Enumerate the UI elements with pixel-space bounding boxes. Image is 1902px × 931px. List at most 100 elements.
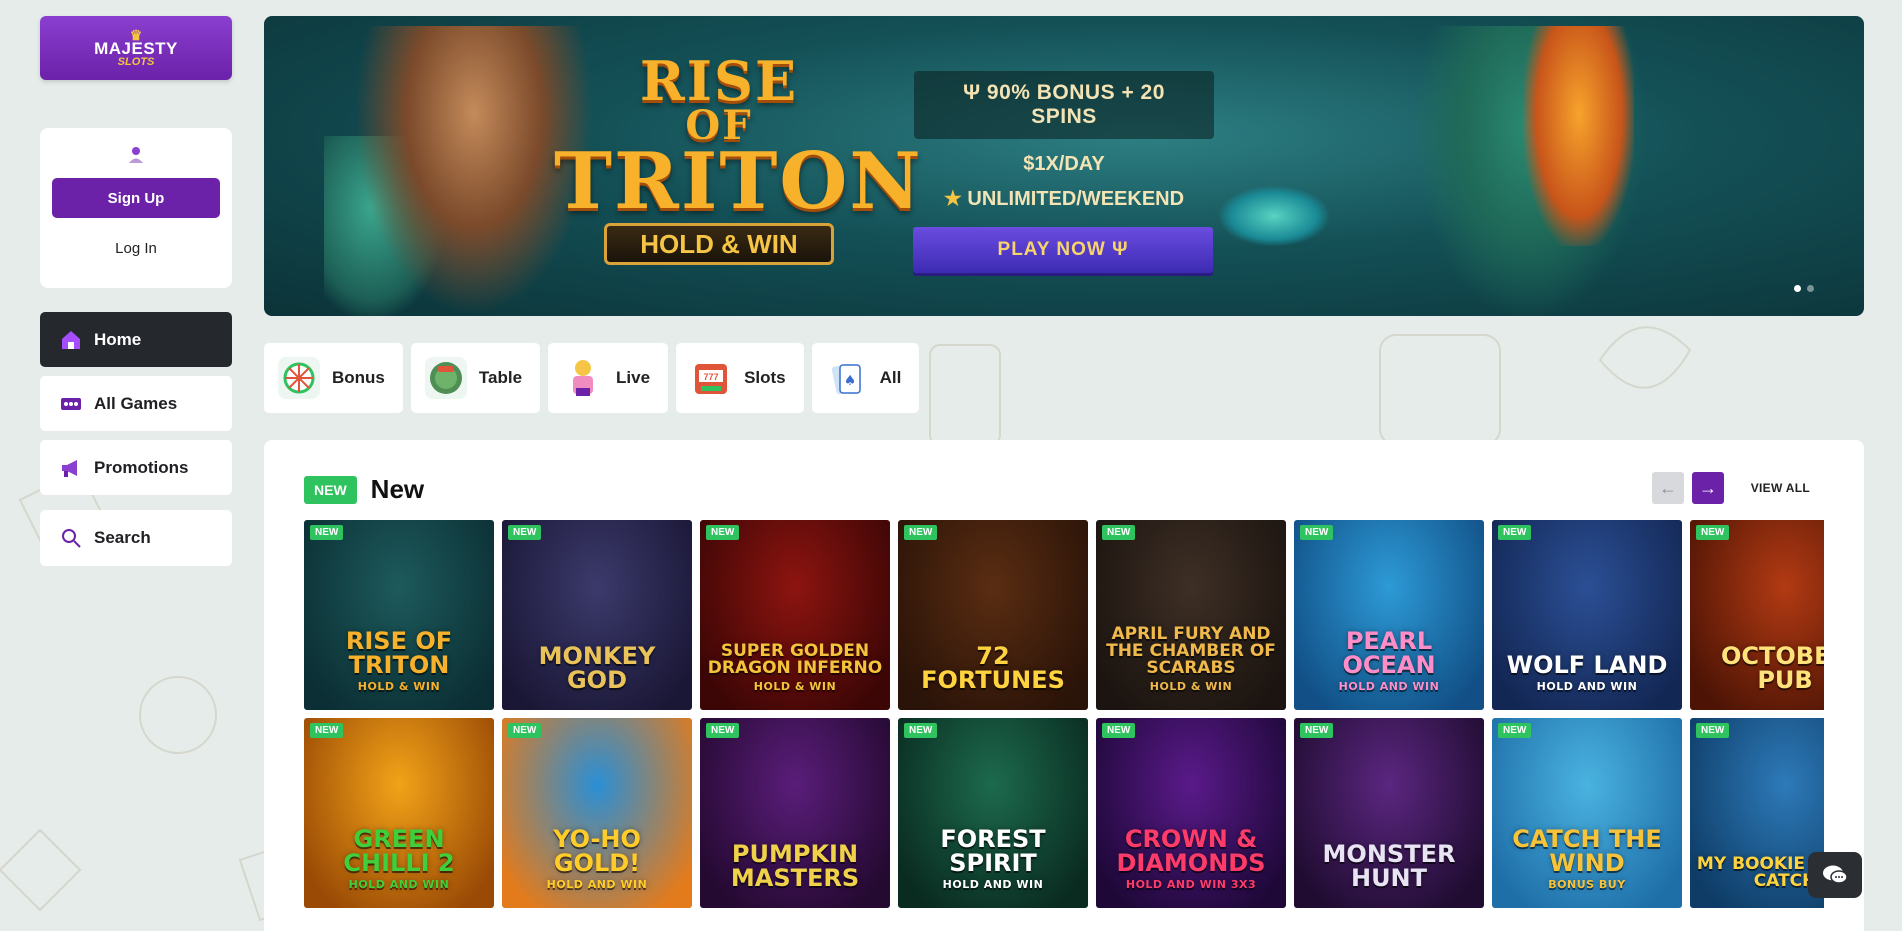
bonus-text: 90% BONUS + 20 SPINS bbox=[986, 81, 1165, 128]
game-title: My Bookie Great Catch bbox=[1690, 856, 1824, 908]
chat-button[interactable] bbox=[1808, 852, 1862, 898]
game-tile[interactable]: NEW 72 Fortunes bbox=[898, 520, 1088, 710]
game-name: Pearl Ocean bbox=[1342, 627, 1436, 679]
games-grid: NEW Rise of Triton HOLD & WIN NEW Monkey God… bbox=[304, 520, 1824, 908]
category-label: Live bbox=[616, 368, 651, 387]
category-all[interactable]: ♠ All bbox=[811, 343, 920, 413]
game-name: Monster Hunt bbox=[1322, 840, 1456, 892]
category-table[interactable]: Table bbox=[410, 343, 541, 413]
play-now-button[interactable]: PLAY NOW Ψ bbox=[913, 227, 1213, 273]
hold-win-badge: HOLD & WIN bbox=[604, 223, 834, 266]
hero-banner[interactable]: RISE OF TRITON HOLD & WIN Ψ 90% BONUS + … bbox=[264, 16, 1864, 316]
nav-item-all-games[interactable]: All Games bbox=[40, 376, 232, 431]
new-badge: NEW bbox=[904, 525, 938, 540]
new-badge: NEW bbox=[706, 525, 740, 540]
game-tile[interactable]: NEW Yo-Ho Gold! HOLD AND WIN bbox=[502, 718, 692, 908]
game-tile[interactable]: NEW Rise of Triton HOLD & WIN bbox=[304, 520, 494, 710]
section-header: NEW New bbox=[304, 474, 424, 505]
game-tile[interactable]: NEW Crown & Diamonds HOLD AND WIN 3x3 bbox=[1096, 718, 1286, 908]
game-tile[interactable]: NEW Green Chilli 2 HOLD AND WIN bbox=[304, 718, 494, 908]
game-tile[interactable]: NEW Wolf Land HOLD AND WIN bbox=[1492, 520, 1682, 710]
category-tabs: Bonus Table Live 777 Slots ♠ All bbox=[264, 343, 920, 413]
category-label: Bonus bbox=[332, 368, 385, 387]
game-title: Wolf Land HOLD AND WIN bbox=[1492, 653, 1682, 710]
new-badge: NEW bbox=[1696, 723, 1730, 738]
view-all-link[interactable]: VIEW ALL bbox=[1751, 481, 1810, 495]
game-title: Forest Spirit HOLD AND WIN bbox=[898, 827, 1088, 908]
game-title: Monkey God bbox=[502, 644, 692, 710]
new-badge: NEW bbox=[310, 723, 344, 738]
game-tile[interactable]: NEW Monkey God bbox=[502, 520, 692, 710]
arrow-left-icon[interactable]: ← bbox=[1652, 472, 1684, 504]
promo-line1: $1X/DAY bbox=[914, 153, 1214, 176]
bonus-offer: Ψ 90% BONUS + 20 SPINS bbox=[914, 71, 1214, 139]
game-title: April Fury and the Chamber of Scarabs HOL… bbox=[1096, 626, 1286, 710]
new-badge: NEW bbox=[706, 723, 740, 738]
new-badge: NEW bbox=[904, 723, 938, 738]
star-icon: ★ bbox=[943, 188, 968, 210]
games-grid-viewport: NEW Rise of Triton HOLD & WIN NEW Monkey God… bbox=[304, 520, 1824, 920]
title-line1: RISE bbox=[639, 49, 799, 113]
promo-line2-text: UNLIMITED/WEEKEND bbox=[967, 188, 1185, 210]
carousel-dots bbox=[1794, 285, 1814, 292]
game-subtitle: HOLD & WIN bbox=[1149, 680, 1233, 693]
chat-icon bbox=[1823, 865, 1848, 884]
new-badge: NEW bbox=[310, 525, 344, 540]
promo-line1-text: 1X/DAY bbox=[1034, 153, 1105, 175]
seahorse-art bbox=[1414, 26, 1644, 316]
new-badge: NEW bbox=[304, 475, 357, 504]
game-tile[interactable]: NEW Super Golden Dragon Inferno HOLD & WIN bbox=[700, 520, 890, 710]
category-slots[interactable]: 777 Slots bbox=[676, 343, 804, 413]
dealer-icon bbox=[562, 357, 604, 399]
brand-line2: SLOTS bbox=[117, 56, 155, 68]
game-title: Super Golden Dragon Inferno HOLD & WIN bbox=[700, 643, 890, 710]
promo-text: Ψ 90% BONUS + 20 SPINS $1X/DAY ★ UNLIMIT… bbox=[914, 71, 1214, 211]
nav-label: All Games bbox=[94, 393, 178, 413]
home-icon bbox=[60, 329, 82, 351]
game-tile[interactable]: NEW Catch the Wind Bonus Buy bbox=[1492, 718, 1682, 908]
game-tile[interactable]: NEW Monster Hunt bbox=[1294, 718, 1484, 908]
search-button[interactable]: Search bbox=[40, 510, 232, 566]
dice-icon bbox=[60, 393, 82, 415]
carousel-dot-2[interactable] bbox=[1807, 285, 1814, 292]
category-bonus[interactable]: Bonus bbox=[264, 343, 403, 413]
nav-item-home[interactable]: Home bbox=[40, 312, 232, 367]
carousel-dot-1[interactable] bbox=[1794, 285, 1801, 292]
game-tile[interactable]: NEW Pearl Ocean HOLD AND WIN bbox=[1294, 520, 1484, 710]
game-subtitle: HOLD & WIN bbox=[753, 680, 837, 693]
cards-icon: ♠ bbox=[826, 357, 868, 399]
game-name: Pumpkin Masters bbox=[730, 840, 860, 892]
new-badge: NEW bbox=[1300, 525, 1334, 540]
nav-label: Promotions bbox=[94, 457, 189, 477]
game-name: Crown & Diamonds bbox=[1116, 825, 1266, 877]
new-badge: NEW bbox=[1498, 723, 1532, 738]
game-tile[interactable]: NEW My Bookie Great Catch bbox=[1690, 718, 1824, 908]
arrow-right-icon[interactable]: → bbox=[1692, 472, 1724, 504]
game-name: 72 Fortunes bbox=[921, 642, 1065, 694]
play-now-label: PLAY NOW bbox=[997, 239, 1106, 260]
brand-logo[interactable]: ♛ MAJESTY SLOTS bbox=[40, 16, 232, 80]
game-name: October Pub bbox=[1721, 642, 1824, 694]
sign-up-button[interactable]: Sign Up bbox=[52, 178, 220, 218]
brand-line1: MAJESTY bbox=[94, 39, 178, 58]
new-badge: NEW bbox=[508, 525, 542, 540]
game-tile[interactable]: NEW April Fury and the Chamber of Scarabs… bbox=[1096, 520, 1286, 710]
fish-art bbox=[1219, 186, 1329, 246]
carousel-arrows: ← → bbox=[1652, 472, 1724, 504]
game-tile[interactable]: NEW Forest Spirit HOLD AND WIN bbox=[898, 718, 1088, 908]
game-subtitle: HOLD AND WIN bbox=[1536, 680, 1638, 693]
section-title: New bbox=[370, 474, 425, 504]
user-card: Sign Up Log In bbox=[40, 128, 232, 288]
category-live[interactable]: Live bbox=[548, 343, 669, 413]
svg-text:♠: ♠ bbox=[843, 373, 856, 389]
game-name: Wolf Land bbox=[1506, 651, 1668, 679]
new-badge: NEW bbox=[1498, 525, 1532, 540]
category-label: Table bbox=[478, 368, 523, 387]
log-in-link[interactable]: Log In bbox=[115, 240, 157, 257]
game-tile[interactable]: NEW Pumpkin Masters bbox=[700, 718, 890, 908]
game-tile[interactable]: NEW October Pub bbox=[1690, 520, 1824, 710]
new-badge: NEW bbox=[1102, 525, 1136, 540]
nav-item-promotions[interactable]: Promotions bbox=[40, 440, 232, 495]
game-title: Green Chilli 2 HOLD AND WIN bbox=[304, 827, 494, 908]
game-subtitle: HOLD AND WIN bbox=[546, 878, 648, 891]
